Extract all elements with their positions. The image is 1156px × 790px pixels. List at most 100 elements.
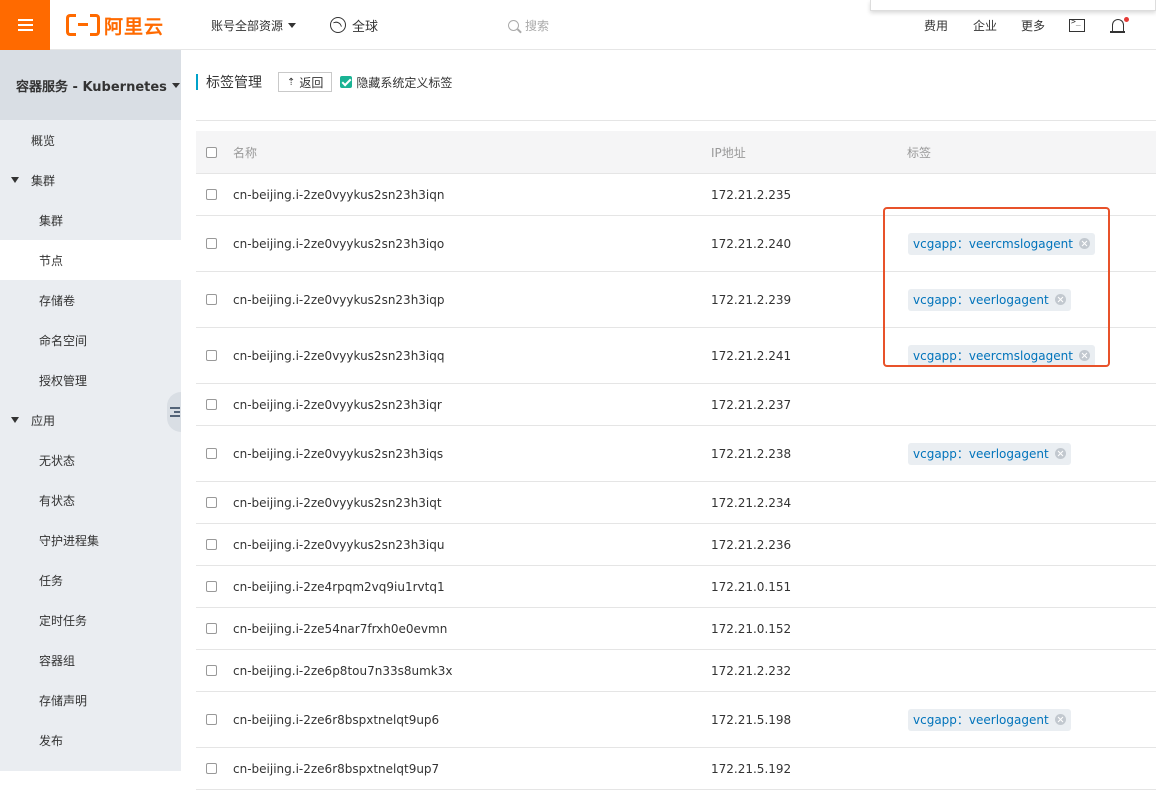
- node-name: cn-beijing.i-2ze6r8bspxtnelqt9up6: [233, 712, 440, 727]
- sidebar-item-pvcs[interactable]: 存储声明: [0, 680, 181, 720]
- sidebar-item-label: 无状态: [39, 453, 76, 468]
- node-tag: vcgapp：veerlogagent: [908, 708, 1071, 731]
- node-name: cn-beijing.i-2ze0vyykus2sn23h3iqo: [233, 236, 445, 251]
- product-switcher[interactable]: 容器服务 - Kubernetes: [0, 50, 181, 120]
- column-header-name: 名称: [233, 145, 258, 160]
- globe-icon: [330, 17, 346, 33]
- node-name: cn-beijing.i-2ze0vyykus2sn23h3iqs: [233, 446, 444, 461]
- bell-icon: [1110, 18, 1125, 33]
- sidebar-group-cluster[interactable]: 集群: [0, 160, 181, 200]
- sidebar-collapse-toggle-icon[interactable]: [167, 392, 181, 432]
- node-ip: 172.21.2.236: [711, 537, 792, 552]
- remove-tag-icon[interactable]: [1078, 350, 1090, 361]
- node-tag: vcgapp：veerlogagent: [908, 288, 1071, 311]
- sidebar-item-label: 容器组: [39, 653, 76, 668]
- search-icon: [508, 19, 519, 31]
- sidebar-item-namespaces[interactable]: 命名空间: [0, 320, 181, 360]
- sidebar-item-deployments[interactable]: 无状态: [0, 440, 181, 480]
- table-row: cn-beijing.i-2ze0vyykus2sn23h3iqu 172.21.…: [196, 524, 1156, 566]
- remove-tag-icon[interactable]: [1054, 448, 1066, 459]
- node-ip: 172.21.2.240: [711, 236, 792, 251]
- chevron-down-icon: [288, 22, 297, 28]
- sidebar-item-label: 任务: [39, 573, 64, 588]
- page-title: 标签管理: [206, 75, 262, 91]
- sidebar-item-statefulsets[interactable]: 有状态: [0, 480, 181, 520]
- chevron-down-icon: [171, 82, 180, 88]
- sidebar-item-label: 授权管理: [39, 373, 88, 388]
- table-row: cn-beijing.i-2ze0vyykus2sn23h3iqs 172.21.…: [196, 426, 1156, 482]
- node-tag-label: vcgapp：veerlogagent: [913, 447, 1049, 461]
- table-row: cn-beijing.i-2ze0vyykus2sn23h3iqn 172.21.…: [196, 174, 1156, 216]
- sidebar-item-authorization[interactable]: 授权管理: [0, 360, 181, 400]
- node-name: cn-beijing.i-2ze6p8tou7n33s8umk3x: [233, 663, 453, 678]
- region-label: 全球: [352, 19, 379, 35]
- remove-tag-icon[interactable]: [1054, 714, 1066, 725]
- aliyun-logo[interactable]: 阿里云: [66, 12, 164, 38]
- row-checkbox[interactable]: [206, 294, 217, 305]
- account-scope-dropdown[interactable]: 账号全部资源: [211, 0, 297, 50]
- node-tag-label: vcgapp：veercmslogagent: [913, 349, 1073, 363]
- hamburger-menu-icon[interactable]: [0, 0, 50, 50]
- node-tag-label: vcgapp：veerlogagent: [913, 713, 1049, 727]
- row-checkbox[interactable]: [206, 350, 217, 361]
- sidebar-item-label: 定时任务: [39, 613, 88, 628]
- sidebar: 容器服务 - Kubernetes 概览 集群 集群 节点 存储卷 命名空间 授…: [0, 50, 181, 771]
- sidebar-item-nodes[interactable]: 节点: [0, 240, 181, 280]
- terminal-icon: [1069, 17, 1085, 32]
- node-ip: 172.21.0.151: [711, 579, 792, 594]
- node-ip: 172.21.5.192: [711, 761, 792, 776]
- sidebar-item-label: 命名空间: [39, 333, 88, 348]
- enterprise-link-label: 企业: [973, 18, 998, 33]
- upload-arrow-icon: ⇡: [287, 76, 296, 88]
- sidebar-item-jobs[interactable]: 任务: [0, 560, 181, 600]
- sidebar-item-daemonsets[interactable]: 守护进程集: [0, 520, 181, 560]
- back-button[interactable]: ⇡ 返回: [278, 72, 333, 92]
- table-row: cn-beijing.i-2ze0vyykus2sn23h3iqt 172.21.…: [196, 482, 1156, 524]
- sidebar-item-label: 集群: [39, 213, 64, 228]
- search-input[interactable]: 搜索: [508, 0, 549, 50]
- select-all-checkbox[interactable]: [206, 146, 217, 158]
- remove-tag-icon[interactable]: [1078, 238, 1090, 249]
- sidebar-item-cronjobs[interactable]: 定时任务: [0, 600, 181, 640]
- dropdown-panel-edge: [870, 0, 1156, 11]
- node-name: cn-beijing.i-2ze54nar7frxh0e0evmn: [233, 621, 448, 636]
- sidebar-item-label: 守护进程集: [39, 533, 100, 548]
- sidebar-item-pods[interactable]: 容器组: [0, 640, 181, 680]
- hide-system-tags-checkbox[interactable]: [340, 76, 353, 88]
- caret-down-icon: [11, 417, 19, 423]
- account-scope-label: 账号全部资源: [211, 18, 284, 33]
- remove-tag-icon[interactable]: [1054, 294, 1066, 305]
- row-checkbox[interactable]: [206, 623, 217, 634]
- table-row: cn-beijing.i-2ze0vyykus2sn23h3iqr 172.21.…: [196, 384, 1156, 426]
- row-checkbox[interactable]: [206, 189, 217, 200]
- main-content: 标签管理 ⇡ 返回 隐藏系统定义标签 名称 IP地址 标签 cn-beijing…: [181, 50, 1156, 790]
- sidebar-item-label: 存储卷: [39, 293, 76, 308]
- billing-link-label: 费用: [924, 18, 949, 33]
- node-name: cn-beijing.i-2ze0vyykus2sn23h3iqn: [233, 187, 445, 202]
- sidebar-group-apps[interactable]: 应用: [0, 400, 181, 440]
- sidebar-item-clusters[interactable]: 集群: [0, 200, 181, 240]
- table-row: cn-beijing.i-2ze0vyykus2sn23h3iqp 172.21.…: [196, 272, 1156, 328]
- row-checkbox[interactable]: [206, 448, 217, 459]
- node-name: cn-beijing.i-2ze0vyykus2sn23h3iqu: [233, 537, 445, 552]
- sidebar-item-volumes[interactable]: 存储卷: [0, 280, 181, 320]
- sidebar-item-label: 节点: [39, 253, 64, 268]
- row-checkbox[interactable]: [206, 497, 217, 508]
- node-tag-label: vcgapp：veerlogagent: [913, 293, 1049, 307]
- row-checkbox[interactable]: [206, 665, 217, 676]
- row-checkbox[interactable]: [206, 581, 217, 592]
- sidebar-item-label: 存储声明: [39, 693, 88, 708]
- back-button-label: 返回: [299, 75, 324, 90]
- region-selector[interactable]: 全球: [330, 0, 378, 50]
- node-ip: 172.21.2.234: [711, 495, 792, 510]
- row-checkbox[interactable]: [206, 714, 217, 725]
- row-checkbox[interactable]: [206, 763, 217, 774]
- node-ip: 172.21.0.152: [711, 621, 792, 636]
- row-checkbox[interactable]: [206, 399, 217, 410]
- row-checkbox[interactable]: [206, 539, 217, 550]
- sidebar-group-label: 应用: [31, 413, 56, 428]
- row-checkbox[interactable]: [206, 238, 217, 249]
- sidebar-item-label: 发布: [39, 733, 64, 748]
- sidebar-item-overview[interactable]: 概览: [0, 120, 181, 160]
- sidebar-item-release[interactable]: 发布: [0, 720, 181, 760]
